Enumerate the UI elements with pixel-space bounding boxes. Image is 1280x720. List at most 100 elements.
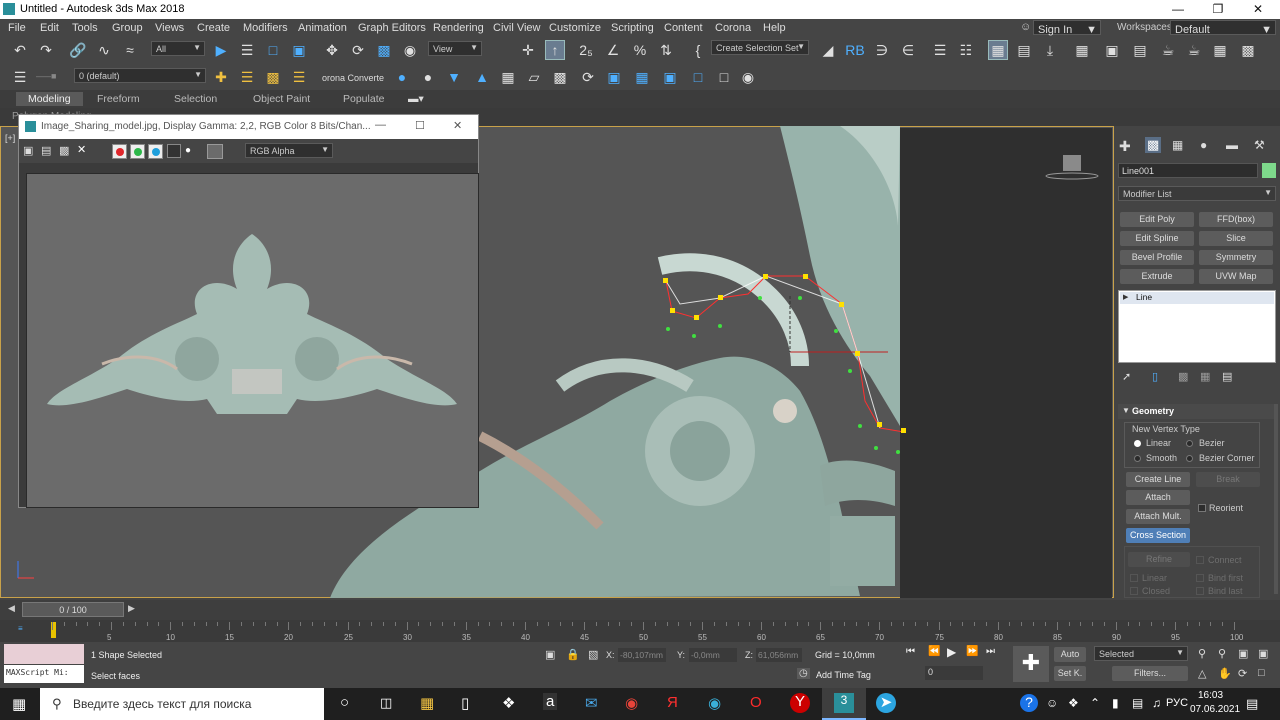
clock-date[interactable]: 07.06.2021 (1190, 704, 1240, 715)
slice-button[interactable]: Slice (1199, 231, 1273, 246)
align-icon[interactable]: ∋ (872, 40, 892, 60)
extrude-button[interactable]: Extrude (1120, 269, 1194, 284)
copy-icon[interactable]: ▤ (41, 144, 51, 157)
environment-icon[interactable]: ▦ (1210, 40, 1230, 60)
monochrome-toggle[interactable] (167, 144, 181, 158)
corona-interactive-icon[interactable]: ⟳ (578, 67, 598, 87)
corona-camera-icon[interactable]: ▼ (444, 67, 464, 87)
set-key-icon[interactable]: ✚ (1013, 646, 1049, 682)
place-icon[interactable]: ◉ (400, 40, 420, 60)
configure-sets-icon[interactable]: ▤ (1222, 370, 1232, 383)
auto-key-button[interactable]: Auto (1054, 647, 1086, 662)
percent-snap-icon[interactable]: % (630, 40, 650, 60)
create-tab-icon[interactable]: ✚ (1119, 138, 1131, 155)
next-key-icon[interactable]: ⏩ (966, 646, 978, 657)
windows-start-icon[interactable]: ▦ (12, 695, 26, 713)
yandex-browser-icon[interactable]: Y (790, 693, 810, 713)
print-icon[interactable]: ▩ (59, 144, 69, 157)
modify-tab-icon[interactable]: ▩ (1145, 137, 1162, 153)
tab-selection[interactable]: Selection (174, 93, 217, 105)
layers-icon[interactable]: ☰ (10, 67, 30, 87)
prev-frame-icon[interactable]: ◀ (8, 603, 15, 614)
network-icon[interactable]: ▤ (1132, 696, 1143, 710)
create-new-layer-icon[interactable]: ✚ (211, 67, 231, 87)
remove-modifier-icon[interactable]: ▦ (1200, 370, 1210, 383)
viewcube[interactable] (1045, 155, 1099, 180)
menu-content[interactable]: Content (664, 22, 703, 34)
image-window-titlebar[interactable]: Image_Sharing_model.jpg, Display Gamma: … (19, 115, 478, 139)
menu-help[interactable]: Help (763, 22, 786, 34)
menu-views[interactable]: Views (155, 22, 184, 34)
field-of-view-icon[interactable]: △ (1198, 667, 1206, 680)
make-unique-icon[interactable]: ▩ (1178, 370, 1188, 383)
select-object-icon[interactable]: ▶ (211, 40, 231, 60)
tab-object-paint[interactable]: Object Paint (253, 93, 310, 105)
zoom-all-icon[interactable]: ⚲ (1218, 647, 1226, 660)
maxscript-mini-listener[interactable]: MAXScript Mi: (4, 665, 84, 683)
taskbar-3dsmax-button[interactable]: 3 (822, 688, 866, 720)
tab-freeform[interactable]: Freeform (97, 93, 140, 105)
corona-vfb-icon[interactable]: ▩ (550, 67, 570, 87)
expand-icon[interactable]: ▶ (1123, 293, 1128, 301)
key-filters-button[interactable]: Filters... (1112, 666, 1188, 681)
alpha-toggle[interactable]: ● (185, 145, 191, 156)
geometry-rollout-header[interactable]: ▼ Geometry (1118, 404, 1278, 419)
clock-time[interactable]: 16:03 (1198, 690, 1223, 701)
closed-checkbox[interactable] (1130, 587, 1138, 595)
channel-dropdown[interactable]: RGB Alpha ▼ (245, 143, 333, 158)
blue-channel-toggle[interactable] (148, 144, 163, 159)
add-time-tag[interactable]: Add Time Tag (816, 670, 871, 680)
toggle-scene-explorer-icon[interactable]: ▦ (988, 40, 1008, 60)
effects-icon[interactable]: ▩ (1238, 40, 1258, 60)
menu-animation[interactable]: Animation (298, 22, 347, 34)
menu-scripting[interactable]: Scripting (611, 22, 654, 34)
orbit-icon[interactable]: ⟳ (1238, 667, 1247, 680)
corona-lister-icon[interactable]: ▦ (632, 67, 652, 87)
bind-space-warp-icon[interactable]: ≈ (120, 40, 140, 60)
corona-material-icon[interactable]: ▣ (604, 67, 624, 87)
taskbar-search-box[interactable]: ⚲ Введите здесь текст для поиска (40, 688, 324, 720)
ffd-box-button[interactable]: FFD(box) (1199, 212, 1273, 227)
object-name-field[interactable]: Line001 (1118, 163, 1258, 178)
tab-populate[interactable]: Populate (343, 93, 384, 105)
save-icon[interactable]: ▣ (23, 144, 33, 157)
pivot-icon[interactable]: ✛ (518, 40, 538, 60)
curve-editor-icon[interactable]: ▤ (1014, 40, 1034, 60)
reference-coordinate-dropdown[interactable]: View ▼ (428, 41, 482, 56)
maximize-viewport-icon[interactable]: □ (1258, 667, 1265, 679)
go-to-start-icon[interactable]: ⏮ (906, 646, 915, 657)
menu-civil-view[interactable]: Civil View (493, 22, 540, 34)
sign-in-dropdown[interactable]: Sign In ▼ (1033, 20, 1101, 36)
menu-graph-editors[interactable]: Graph Editors (358, 22, 426, 34)
redo-icon[interactable]: ↷ (36, 40, 56, 60)
tablet-icon[interactable]: ▯ (461, 694, 469, 712)
bezier-corner-radio[interactable] (1186, 455, 1193, 462)
corona-converter-icon[interactable]: □ (688, 67, 708, 87)
opera-icon[interactable]: O (750, 694, 762, 711)
time-slider[interactable]: 0 / 100 (22, 602, 124, 617)
set-key-button[interactable]: Set K. (1054, 666, 1086, 681)
select-in-layer-icon[interactable]: ▩ (263, 67, 283, 87)
key-filter-dropdown[interactable]: Selected ▼ (1094, 646, 1188, 661)
menu-customize[interactable]: Customize (549, 22, 601, 34)
object-color-swatch[interactable] (1262, 163, 1276, 178)
rotate-icon[interactable]: ⟳ (348, 40, 368, 60)
dropbox-tray-icon[interactable]: ❖ (1068, 696, 1079, 710)
zoom-extents-icon[interactable]: ▣ (1238, 647, 1248, 660)
menu-modifiers[interactable]: Modifiers (243, 22, 288, 34)
render-iterative-icon[interactable]: ☕ (1184, 40, 1204, 60)
rendered-frame-window-icon[interactable]: ▤ (1130, 40, 1150, 60)
pin-stack-icon[interactable]: ➚ (1122, 370, 1131, 383)
smooth-radio[interactable] (1134, 455, 1141, 462)
go-to-end-icon[interactable]: ⏭ (986, 646, 995, 657)
image-viewer-window[interactable]: Image_Sharing_model.jpg, Display Gamma: … (18, 114, 479, 508)
selection-lock-icon[interactable]: 🔒 (566, 648, 580, 661)
material-editor-icon[interactable]: ▦ (1072, 40, 1092, 60)
mirror-icon[interactable]: ◢ (818, 40, 838, 60)
menu-rendering[interactable]: Rendering (433, 22, 484, 34)
modifier-stack[interactable]: Line ▶ (1118, 290, 1276, 363)
layer-explorer-icon[interactable]: ☷ (956, 40, 976, 60)
track-bar-menu-icon[interactable]: ≡ (18, 624, 23, 633)
bind-last-checkbox[interactable] (1196, 587, 1204, 595)
motion-tab-icon[interactable]: ● (1200, 138, 1207, 152)
